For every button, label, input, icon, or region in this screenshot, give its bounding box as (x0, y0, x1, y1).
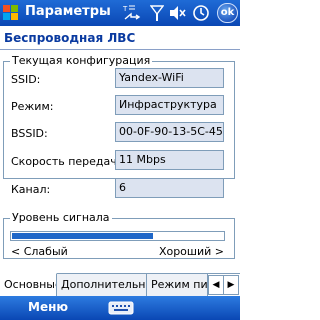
signal-high-label: Хороший > (158, 245, 224, 258)
signal-strength-icon[interactable] (149, 3, 165, 23)
keyboard-icon[interactable] (108, 300, 134, 316)
ssid-label: SSID: (11, 73, 41, 86)
tab-advanced[interactable]: Дополнительно (57, 274, 147, 296)
tab-strip: Основные Дополнительно Режим питания ◀ ▶ (0, 273, 240, 296)
volume-icon[interactable] (169, 3, 187, 23)
config-group-legend: Текущая конфигурация (10, 54, 153, 67)
clock-icon[interactable] (192, 3, 210, 23)
title-bar: Параметры T ok (0, 0, 240, 26)
tab-scroll-left-icon[interactable]: ◀ (208, 275, 224, 295)
tab-main[interactable]: Основные (0, 273, 57, 296)
speed-field[interactable]: 11 Mbps (115, 150, 224, 170)
title-divider (0, 49, 240, 50)
bssid-label: BSSID: (11, 127, 48, 140)
ssid-field[interactable]: Yandex-WiFi (115, 68, 224, 88)
mode-label: Режим: (11, 100, 54, 113)
channel-label: Канал: (11, 183, 51, 196)
menu-button[interactable]: Меню (28, 300, 68, 314)
bssid-field[interactable]: 00-0F-90-13-5C-45 (115, 122, 224, 142)
mode-field[interactable]: Инфраструктура (115, 95, 224, 115)
signal-low-label: < Слабый (11, 245, 68, 258)
svg-text:T: T (122, 5, 128, 13)
windows-start-icon[interactable] (3, 5, 19, 21)
tab-scroll-right-icon[interactable]: ▶ (223, 275, 239, 295)
speed-label: Скорость передачи: (11, 155, 128, 168)
connectivity-icon[interactable]: T (122, 3, 144, 23)
app-title: Параметры (25, 4, 111, 19)
channel-field[interactable]: 6 (115, 178, 224, 198)
signal-level-fill (12, 233, 153, 239)
signal-level-bar (10, 231, 225, 241)
tab-power-mode[interactable]: Режим питания (147, 274, 208, 296)
softkey-bar: Меню (0, 296, 240, 320)
signal-group-legend: Уровень сигнала (10, 211, 112, 224)
page-title: Беспроводная ЛВС (4, 31, 136, 45)
ok-button[interactable]: ok (217, 3, 238, 23)
